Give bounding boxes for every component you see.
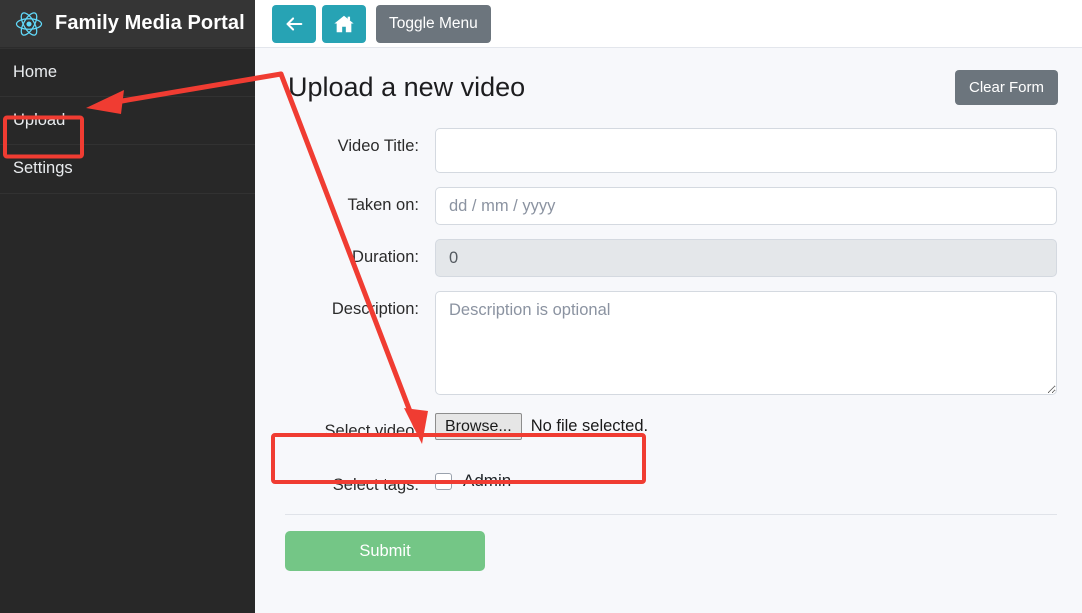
toggle-menu-button[interactable]: Toggle Menu — [376, 4, 491, 43]
sidebar: Family Media Portal Home Upload Settings — [0, 0, 255, 613]
upload-form: Video Title: Taken on: Duration: — [255, 128, 1070, 571]
taken-on-date-input[interactable] — [435, 187, 1057, 225]
app-root: Family Media Portal Home Upload Settings — [0, 0, 1082, 613]
clear-form-button[interactable]: Clear Form — [954, 70, 1058, 105]
browse-button[interactable]: Browse... — [435, 413, 522, 441]
sidebar-item-upload[interactable]: Upload — [0, 97, 255, 145]
form-row-taken-on: Taken on: — [255, 187, 1070, 225]
duration-input[interactable] — [435, 239, 1057, 277]
brand-title: Family Media Portal — [55, 12, 245, 34]
arrow-left-icon — [283, 13, 305, 35]
submit-button[interactable]: Submit — [285, 531, 485, 571]
description-textarea[interactable] — [435, 291, 1057, 395]
taken-on-label: Taken on: — [347, 196, 419, 214]
form-row-duration: Duration: — [255, 239, 1070, 277]
tag-label-admin: Admin — [463, 471, 512, 490]
react-atom-icon — [14, 9, 44, 39]
video-title-input[interactable] — [435, 128, 1057, 173]
submit-row: Submit — [255, 515, 1070, 571]
description-label: Description: — [331, 300, 419, 318]
main-area: Toggle Menu Upload a new video Clear For… — [255, 0, 1082, 613]
duration-label: Duration: — [352, 248, 419, 266]
sidebar-item-home[interactable]: Home — [0, 48, 255, 97]
toolbar: Toggle Menu — [255, 0, 1082, 48]
select-tags-label: Select tags: — [332, 476, 419, 494]
file-status-text: No file selected. — [530, 417, 649, 436]
home-button[interactable] — [322, 4, 366, 43]
page-header: Upload a new video Clear Form — [255, 48, 1070, 105]
file-input-row: Select video: Browse... No file selected… — [255, 413, 1070, 441]
form-row-description: Description: — [255, 291, 1070, 395]
page-title: Upload a new video — [288, 72, 526, 103]
select-video-label: Select video: — [324, 422, 419, 440]
sidebar-item-settings[interactable]: Settings — [0, 145, 255, 194]
sidebar-item-label: Home — [13, 62, 58, 81]
home-icon — [333, 13, 355, 35]
tag-checkbox-admin[interactable] — [435, 472, 452, 490]
brand-header: Family Media Portal — [0, 0, 255, 48]
back-button[interactable] — [272, 4, 316, 43]
page-content: Upload a new video Clear Form Video Titl… — [255, 48, 1082, 613]
video-title-label: Video Title: — [337, 137, 419, 155]
sidebar-item-label: Upload — [13, 110, 66, 129]
sidebar-nav: Home Upload Settings — [0, 48, 255, 194]
tags-row: Select tags: Admin — [255, 467, 1070, 495]
sidebar-item-label: Settings — [13, 159, 73, 178]
form-row-video-title: Video Title: — [255, 128, 1070, 173]
